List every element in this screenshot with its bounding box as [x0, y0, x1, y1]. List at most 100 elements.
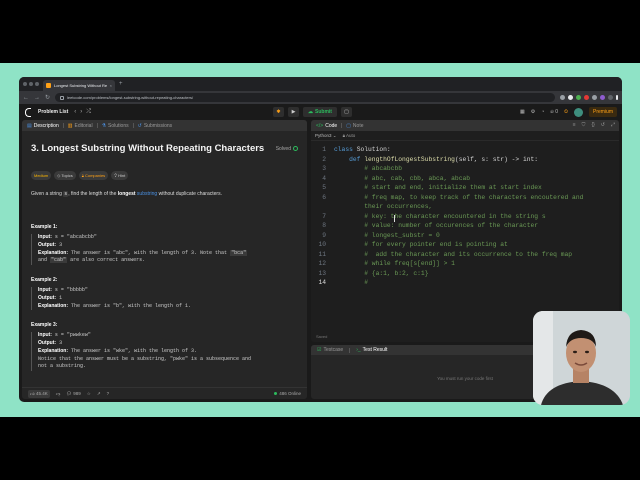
extension-icon[interactable]: [584, 95, 589, 100]
line-number: 1: [322, 146, 326, 153]
back-arrow-icon[interactable]: ←: [23, 95, 29, 101]
notes-icon[interactable]: ▢: [340, 107, 352, 117]
braces-icon[interactable]: {}: [591, 122, 594, 128]
extension-icon[interactable]: [576, 95, 581, 100]
submit-button[interactable]: ☁ Submit: [303, 107, 337, 117]
code-editor[interactable]: 1 class Solution: 2 def lengthOfLongestSub…: [311, 141, 619, 289]
extension-icon[interactable]: [600, 95, 605, 100]
format-icon[interactable]: ≡: [573, 122, 576, 128]
notifications-icon[interactable]: ◔: [541, 109, 544, 115]
tab-test-result[interactable]: ›_ Test Result: [356, 347, 387, 353]
extension-icon[interactable]: [560, 95, 565, 100]
problem-nav: ‹›⤮: [74, 109, 95, 116]
like-count: 45.4K: [35, 390, 48, 396]
bookmark-star-icon[interactable]: [568, 95, 573, 100]
code-line[interactable]: 3 # abcabcbb: [311, 165, 619, 175]
tab-submissions[interactable]: ↺ Submissions: [138, 123, 173, 129]
reset-icon[interactable]: ↺: [601, 122, 605, 128]
browser-menu-icon[interactable]: [616, 95, 618, 100]
premium-button[interactable]: Premium: [588, 107, 617, 117]
solved-label: Solved: [275, 145, 291, 152]
example-heading: Example 3:: [31, 322, 58, 329]
problem-list-link[interactable]: Problem List: [38, 109, 68, 115]
close-tab-icon[interactable]: ×: [110, 83, 112, 88]
tab-code[interactable]: </> Code: [316, 123, 337, 129]
leetcode-logo-icon[interactable]: [24, 108, 32, 117]
shuffle-icon[interactable]: ⤮: [86, 109, 95, 115]
problem-tags: Medium ◇ Topics 🔒︎ Companies 💡︎ Hint: [31, 171, 298, 180]
code-line[interactable]: 10 # for every pointer end is pointing a…: [311, 241, 619, 251]
like-button[interactable]: 👍︎ 45.4K: [28, 389, 50, 398]
code-token: lengthOfLongestSubstring: [364, 155, 455, 163]
code-line[interactable]: 7 # key: the character encountered in th…: [311, 213, 619, 223]
profile-avatar-icon[interactable]: [608, 95, 613, 100]
layout-icon[interactable]: ▦: [520, 109, 525, 115]
code-line[interactable]: 11 # add the character and its occurrenc…: [311, 251, 619, 261]
tab-note[interactable]: ▢ Note: [346, 123, 363, 129]
url-text: leetcode.com/problems/longest-substring-…: [67, 95, 194, 100]
code-panel: </> Code ▢ Note Python3 ⌄ 🔒︎ Auto ≡ ⛉ {} ↺…: [311, 120, 619, 342]
reload-icon[interactable]: ↻: [45, 94, 50, 101]
code-line[interactable]: 2 def lengthOfLongestSubstring(self, s: …: [311, 156, 619, 166]
line-number: 7: [322, 212, 326, 220]
code-line[interactable]: 14 #: [311, 279, 619, 289]
favorite-star-icon[interactable]: ☆: [87, 391, 91, 397]
hint-tag[interactable]: 💡︎ Hint: [111, 171, 129, 180]
code-line[interactable]: 4 # abc, cab, cbb, abca, abcab: [311, 175, 619, 185]
line-number: 6: [322, 193, 326, 201]
topics-tag[interactable]: ◇ Topics: [54, 171, 76, 180]
browser-tab[interactable]: Longest Substring Without Re... ×: [43, 80, 115, 91]
bookmark-icon[interactable]: ⛉: [582, 122, 586, 128]
code-line[interactable]: 1 class Solution:: [311, 146, 619, 156]
url-field[interactable]: leetcode.com/problems/longest-substring-…: [55, 93, 555, 102]
extension-icon[interactable]: [592, 95, 597, 100]
run-controls: ✱ ▶ ☁ Submit ▢: [273, 107, 352, 117]
autocomplete-toggle[interactable]: 🔒︎ Auto: [343, 133, 356, 138]
code-line[interactable]: 8 # value: number of occurences of the c…: [311, 222, 619, 232]
site-info-icon[interactable]: [60, 95, 65, 100]
tab-solutions[interactable]: ⚗ Solutions: [102, 123, 129, 129]
code-text: # {a:1, b:2, c:1}: [334, 270, 428, 280]
tab-description[interactable]: ▤ Description: [27, 123, 59, 129]
language-select[interactable]: Python3 ⌄: [315, 133, 337, 139]
solved-badge: Solved: [276, 146, 298, 152]
code-text: # start and end, initialize them at star…: [334, 184, 542, 194]
new-tab-button[interactable]: +: [119, 81, 123, 87]
tab-label: Editorial: [74, 122, 93, 129]
comments-button[interactable]: 💬︎ 989: [66, 391, 80, 397]
debug-icon[interactable]: ✱: [273, 107, 284, 117]
code-line[interactable]: their occurrences,: [311, 203, 619, 213]
fullscreen-icon[interactable]: ⤢: [611, 122, 615, 128]
settings-icon[interactable]: ⚙: [531, 109, 535, 115]
share-icon[interactable]: ↗: [97, 391, 101, 397]
window-controls[interactable]: [23, 82, 39, 86]
user-avatar[interactable]: [573, 107, 583, 117]
desc-text: Given a string: [31, 191, 64, 197]
tab-testcase[interactable]: ☑ Testcase: [317, 347, 343, 353]
line-number: 8: [322, 222, 326, 229]
tab-editorial[interactable]: ▥ Editorial: [68, 123, 93, 129]
input-value: s = "bbbbb": [54, 287, 88, 293]
online-dot-icon: [274, 392, 278, 395]
code-line[interactable]: 9 # longest_substr = 0: [311, 232, 619, 242]
help-icon[interactable]: ?: [107, 391, 110, 396]
forward-arrow-icon[interactable]: →: [34, 95, 40, 101]
difficulty-badge[interactable]: Medium: [31, 171, 52, 180]
code-line[interactable]: 5 # start and end, initialize them at st…: [311, 184, 619, 194]
timer-icon[interactable]: ⏲: [564, 109, 568, 115]
output-label: Output:: [38, 340, 57, 346]
streak-count: 0: [555, 109, 559, 115]
code-line[interactable]: 12 # while freq[s[end]] > 1: [311, 260, 619, 270]
companies-tag[interactable]: 🔒︎ Companies: [78, 171, 109, 180]
divider: [349, 347, 351, 353]
code-line[interactable]: 13 # {a:1, b:2, c:1}: [311, 270, 619, 280]
substring-link[interactable]: substring: [137, 191, 157, 197]
code-line[interactable]: 6 # freq map, to keep track of the chara…: [311, 194, 619, 204]
dislike-button[interactable]: 👎︎: [56, 391, 61, 397]
divider: [132, 123, 134, 128]
code-token: # start and end, initialize them at star…: [334, 184, 542, 191]
description-tabs: ▤ Description ▥ Editorial ⚗ Solutions ↺ Subm…: [22, 120, 307, 131]
output-label: Output:: [38, 241, 57, 248]
streak-icon[interactable]: 🔥︎ 0: [550, 109, 558, 115]
run-icon[interactable]: ▶: [288, 107, 299, 117]
